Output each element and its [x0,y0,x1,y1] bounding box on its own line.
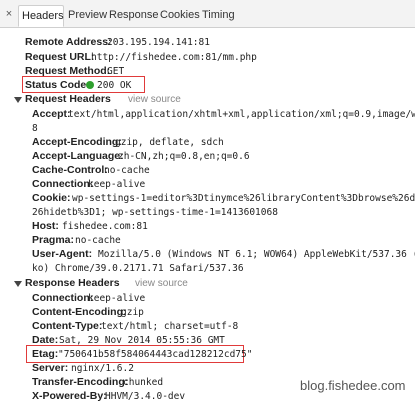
req-accept-encoding: Accept-Encoding: gzip, deflate, sdch [0,135,415,150]
res-content-type: Content-Type: text/html; charset=utf-8 [0,319,415,334]
header-value: http://fishedee.com:81/mm.php [91,52,257,63]
header-value: "750641b58f584064443cad128212cd75" [58,349,253,360]
header-name: Cookie: [32,192,71,204]
req-cookie: Cookie: wp-settings-1=editor%3Dtinymce%2… [0,191,415,206]
header-value-continued: ko) Chrome/39.0.2171.71 Safari/537.36 [32,263,244,274]
req-accept-cont: 8 [0,121,415,136]
response-headers-section[interactable]: Response Headers view source [0,276,415,291]
header-value: text/html; charset=utf-8 [101,321,239,332]
tab-response[interactable]: Response [106,5,162,27]
req-accept: Accept: text/html,application/xhtml+xml,… [0,107,415,122]
view-source-link[interactable]: view source [128,92,181,107]
header-value: zh-CN,zh;q=0.8,en;q=0.6 [118,151,250,162]
header-name: User-Agent: [32,248,93,260]
header-value: Mozilla/5.0 (Windows NT 6.1; WOW64) Appl… [98,249,415,260]
header-value: nginx/1.6.2 [71,363,134,374]
header-name: Remote Address: [25,36,112,48]
header-name: Accept: [32,108,71,120]
devtools-tab-bar: × Headers Preview Response Cookies Timin… [0,0,415,28]
header-name: Transfer-Encoding: [32,376,129,388]
tab-preview[interactable]: Preview [65,5,110,27]
tab-timing[interactable]: Timing [199,5,238,27]
res-content-encoding: Content-Encoding: gzip [0,305,415,320]
general-status-code: Status Code: 200 OK [0,78,415,93]
header-value: keep-alive [88,293,146,304]
req-accept-language: Accept-Language: zh-CN,zh;q=0.8,en;q=0.6 [0,149,415,164]
header-name: Connection: [32,292,94,304]
header-name: Accept-Encoding: [32,136,122,148]
header-name: Host: [32,220,59,232]
view-source-link[interactable]: view source [135,276,188,291]
section-title: Request Headers [25,93,111,105]
header-value: keep-alive [88,179,146,190]
header-value: no-cache [75,235,121,246]
request-headers-section[interactable]: Request Headers view source [0,92,415,107]
res-etag: Etag: "750641b58f584064443cad128212cd75" [0,347,415,362]
status-dot-icon [86,81,94,89]
header-name: Accept-Language: [32,150,124,162]
status-text: 200 OK [97,80,132,91]
general-request-url: Request URL: http://fishedee.com:81/mm.p… [0,50,415,65]
header-value-continued: 26hidetb%3D1; wp-settings-time-1=1413601… [32,207,278,218]
status-value: 200 OK [86,78,131,93]
expand-triangle-icon[interactable] [14,281,22,287]
header-value-continued: 8 [32,123,38,134]
header-name: Etag: [32,348,59,360]
watermark: blog.fishedee.com [300,378,406,393]
header-value: 203.195.194.141:81 [107,37,210,48]
header-value: HHVM/3.4.0-dev [105,391,186,402]
header-value: text/html,application/xhtml+xml,applicat… [68,109,415,120]
header-value: chunked [123,377,164,388]
header-name: Pragma: [32,234,75,246]
res-server: Server: nginx/1.6.2 [0,361,415,376]
req-connection: Connection: keep-alive [0,177,415,192]
section-title: Response Headers [25,277,120,289]
header-name: X-Powered-By: [32,390,107,402]
header-value: fishedee.com:81 [62,221,148,232]
header-name: Connection: [32,178,94,190]
header-name: Content-Type: [32,320,103,332]
header-name: Content-Encoding: [32,306,127,318]
req-cache-control: Cache-Control: no-cache [0,163,415,178]
res-connection: Connection: keep-alive [0,291,415,306]
tab-headers[interactable]: Headers [18,5,64,27]
expand-triangle-icon[interactable] [14,97,22,103]
header-value: wp-settings-1=editor%3Dtinymce%26library… [72,193,415,204]
req-user-agent-cont: ko) Chrome/39.0.2171.71 Safari/537.36 [0,261,415,276]
header-value: gzip, deflate, sdch [115,137,224,148]
header-value: gzip [121,307,144,318]
header-name: Server: [32,362,69,374]
header-value: no-cache [104,165,150,176]
header-name: Status Code: [25,79,90,91]
req-host: Host: fishedee.com:81 [0,219,415,234]
req-cookie-cont: 26hidetb%3D1; wp-settings-time-1=1413601… [0,205,415,220]
close-icon[interactable]: × [3,8,15,20]
header-name: Request URL: [25,51,95,63]
general-remote-address: Remote Address: 203.195.194.141:81 [0,35,415,50]
req-pragma: Pragma: no-cache [0,233,415,248]
header-name: Cache-Control: [32,164,108,176]
req-user-agent: User-Agent: Mozilla/5.0 (Windows NT 6.1;… [0,247,415,262]
tab-cookies[interactable]: Cookies [157,5,203,27]
